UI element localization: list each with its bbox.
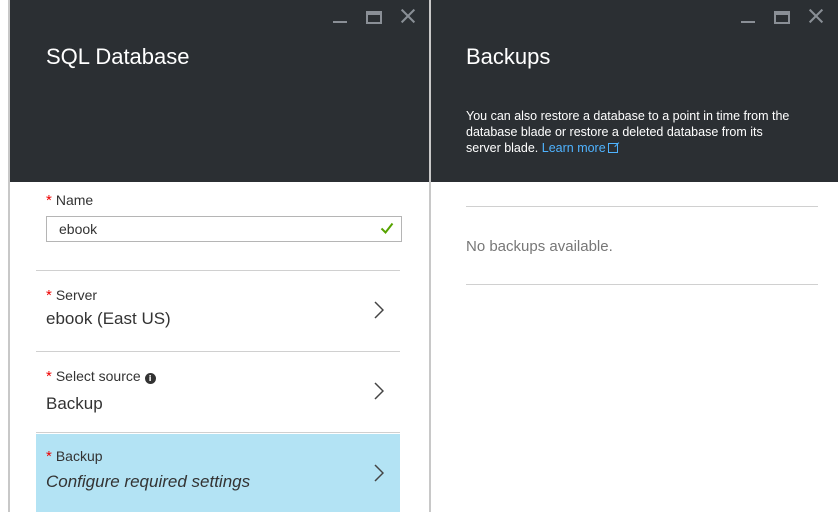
source-label-text: Select source xyxy=(55,368,141,384)
empty-state-message: No backups available. xyxy=(466,238,613,255)
server-selector[interactable]: * Server ebook (East US) xyxy=(36,271,400,351)
chevron-right-icon xyxy=(374,464,384,482)
sql-blade-title: SQL Database xyxy=(46,44,190,69)
learn-more-link[interactable]: Learn more xyxy=(542,141,618,155)
backup-field-label: * Backup xyxy=(46,448,103,465)
backup-value: Configure required settings xyxy=(46,472,251,491)
sql-database-blade: SQL Database *Name *Server ebook (East U… xyxy=(0,0,430,512)
check-icon xyxy=(380,222,394,235)
maximize-icon[interactable] xyxy=(774,10,790,24)
backups-blade: Backups You can also restore a database … xyxy=(430,0,838,512)
backups-blade-window-controls xyxy=(740,8,824,24)
backups-description-text: You can also restore a database to a poi… xyxy=(466,109,790,155)
maximize-icon[interactable] xyxy=(366,10,382,24)
backup-label-text: Backup xyxy=(55,448,103,464)
backups-blade-title: Backups xyxy=(466,44,551,69)
server-label-text: Server xyxy=(55,287,98,303)
source-value: Backup xyxy=(46,394,103,413)
server-field-label: * Server xyxy=(46,287,97,304)
learn-more-text: Learn more xyxy=(541,141,606,155)
server-value: ebook (East US) xyxy=(46,309,171,328)
blade-divider xyxy=(429,0,431,512)
close-icon[interactable] xyxy=(400,8,416,24)
external-link-icon xyxy=(607,143,618,153)
backups-blade-header: Backups You can also restore a database … xyxy=(430,0,838,182)
name-field-label: * Name xyxy=(46,192,93,209)
sql-blade-window-controls xyxy=(332,8,416,24)
minimize-icon[interactable] xyxy=(332,8,348,24)
sql-blade-header: SQL Database xyxy=(10,0,430,182)
sql-database-form: *Name *Server ebook (East US) *Select so… xyxy=(10,182,430,512)
backups-description: You can also restore a database to a poi… xyxy=(466,108,796,156)
name-input[interactable] xyxy=(46,216,402,242)
required-marker: * xyxy=(46,192,52,209)
info-icon[interactable]: i xyxy=(144,373,156,384)
minimize-icon[interactable] xyxy=(740,8,756,24)
required-marker: * xyxy=(46,287,52,304)
required-marker: * xyxy=(46,448,52,465)
divider xyxy=(466,284,818,285)
backup-selector[interactable]: * Backup Configure required settings xyxy=(36,434,400,512)
source-field-label: * Select source i xyxy=(46,368,156,385)
close-icon[interactable] xyxy=(808,8,824,24)
name-label-text: Name xyxy=(55,192,94,208)
divider xyxy=(36,432,400,433)
required-marker: * xyxy=(46,368,52,385)
chevron-right-icon xyxy=(374,301,384,319)
divider xyxy=(466,206,818,207)
chevron-right-icon xyxy=(374,382,384,400)
select-source-selector[interactable]: * Select source i Backup xyxy=(36,352,400,432)
